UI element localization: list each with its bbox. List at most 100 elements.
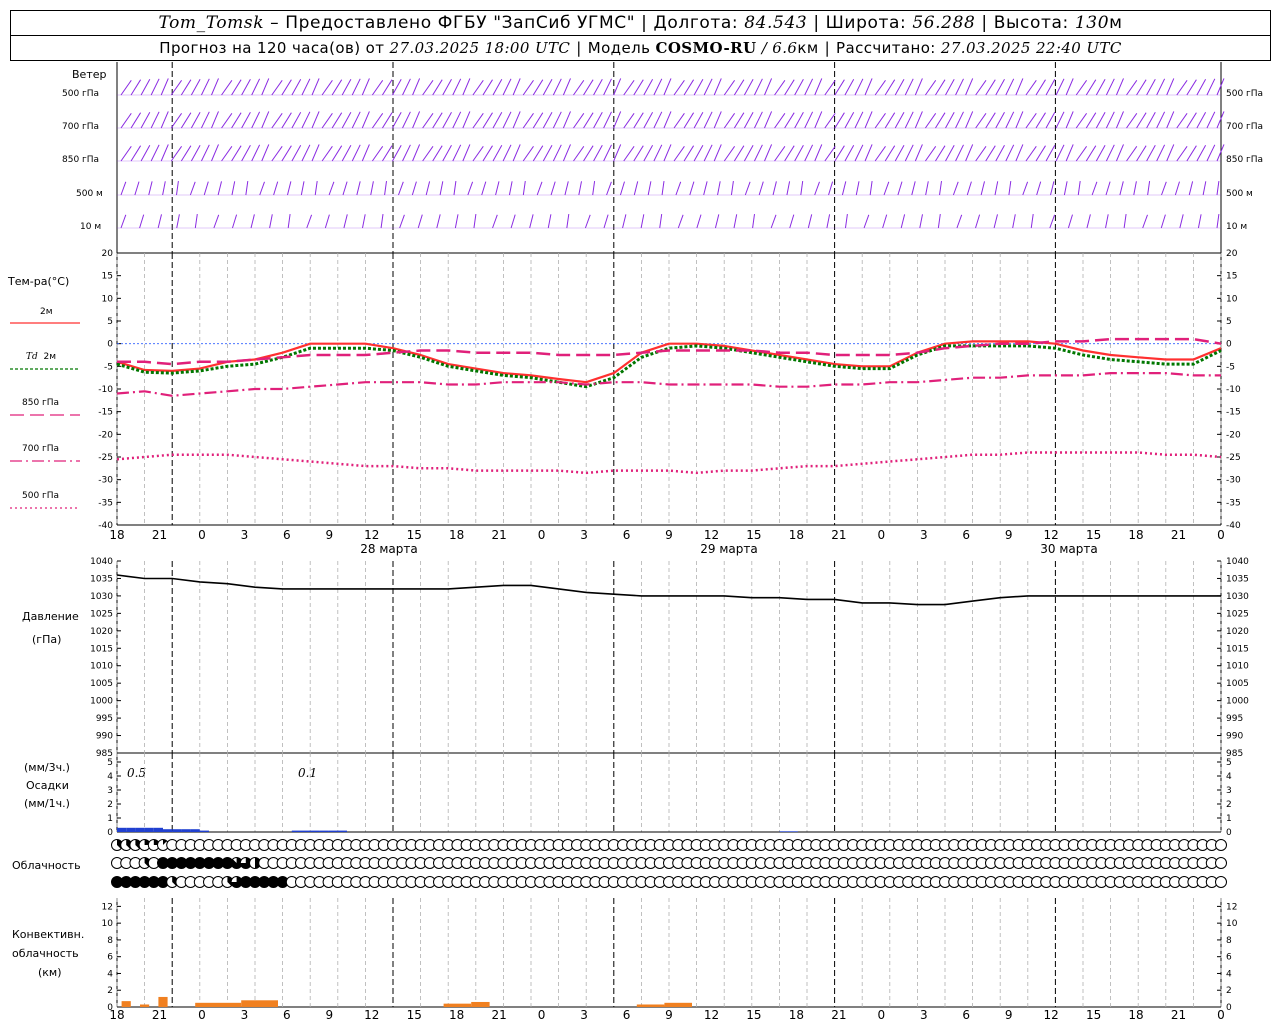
wind-barb <box>412 144 421 162</box>
wind-barb <box>200 144 210 162</box>
wind-barb <box>1085 145 1097 162</box>
ylabel-pres-left: 995 <box>96 714 113 724</box>
wind-barb <box>673 146 685 162</box>
wind-barb <box>733 145 745 162</box>
wind-barb <box>784 145 795 162</box>
wind-barb <box>804 111 814 129</box>
wind-barb <box>804 78 814 96</box>
wind-barb <box>160 111 169 129</box>
wind-barb <box>321 146 333 162</box>
wind-barb <box>911 181 916 196</box>
wind-barb <box>1119 181 1124 196</box>
wind-barb <box>786 181 791 196</box>
wind-barb <box>251 78 261 96</box>
wind-barb <box>995 112 1005 129</box>
wind-barb <box>945 145 955 162</box>
wind-barb <box>213 214 220 229</box>
wind-barb <box>436 214 441 229</box>
wind-barb <box>1206 144 1216 162</box>
ylabel-pres-right: 990 <box>1226 732 1243 742</box>
wind-barb <box>1086 214 1091 229</box>
conv-bar <box>158 996 168 1007</box>
ylabel-conv-right: 4 <box>1226 969 1232 979</box>
precip-bar <box>301 830 311 832</box>
wind-barb <box>754 78 763 96</box>
ylabel-conv-left: 10 <box>102 919 114 929</box>
wind-barb <box>914 78 923 96</box>
wind-barb <box>661 181 665 196</box>
ylabel-precip-right: 1 <box>1226 814 1232 824</box>
wind-barb <box>874 146 886 162</box>
wind-barb <box>562 78 571 96</box>
wind-barb <box>623 80 635 96</box>
wind-barb <box>1045 112 1056 129</box>
wind-barb <box>130 112 142 129</box>
wind-barb <box>993 214 998 229</box>
wind-barb <box>730 181 734 196</box>
wind-barb <box>1186 79 1197 96</box>
wind-barb <box>432 79 443 96</box>
ylabel-temp-left: -25 <box>98 453 113 463</box>
ylabel-pres-left: 1010 <box>90 662 113 672</box>
wind-barb <box>647 181 652 196</box>
wind-barb <box>774 146 786 162</box>
wind-barb <box>924 146 937 162</box>
x-tick-temp: 3 <box>241 528 249 542</box>
wind-barb <box>454 214 459 229</box>
wind-barb <box>251 111 261 129</box>
wind-barb <box>774 80 786 96</box>
wind-barb <box>1126 113 1138 129</box>
wind-barb <box>894 145 905 162</box>
wind-barb <box>864 78 873 96</box>
wind-barb <box>623 146 635 162</box>
x-tick-conv: 15 <box>1086 1008 1101 1022</box>
wind-barb <box>331 79 343 96</box>
precip-bar <box>126 827 136 832</box>
ylabel-temp-right: -30 <box>1226 476 1241 486</box>
wind-barb <box>1005 78 1015 96</box>
wind-barb <box>985 79 996 96</box>
x-tick-conv: 15 <box>407 1008 422 1022</box>
meteogram-canvas: 1818212100336699121215151818212100336699… <box>10 62 1249 1022</box>
x-tick-conv: 9 <box>325 1008 333 1022</box>
wind-barb <box>844 145 855 162</box>
x-tick-conv: 18 <box>1128 1008 1143 1022</box>
wind-barb <box>1105 214 1109 229</box>
cloud-circle <box>1215 839 1227 851</box>
wind-barb <box>482 112 493 129</box>
wind-barb <box>578 181 582 196</box>
wind-barb <box>613 111 622 129</box>
ylabel-temp-left: -10 <box>98 385 113 395</box>
wind-barb <box>955 144 964 162</box>
wind-barb <box>874 80 886 96</box>
wind-barb <box>281 79 292 96</box>
x-tick-conv: 12 <box>364 1008 379 1022</box>
x-tick-conv: 18 <box>449 1008 464 1022</box>
wind-barb <box>919 214 923 229</box>
x-tick-conv: 6 <box>623 1008 631 1022</box>
wind-barb <box>925 181 929 196</box>
ylabel-pres-right: 1025 <box>1226 609 1249 619</box>
wind-barb <box>432 145 443 162</box>
cloud-cell <box>1215 876 1227 888</box>
wind-barb <box>874 113 886 129</box>
wind-barb <box>619 181 625 196</box>
wind-barb <box>675 181 682 196</box>
wind-barb <box>301 78 311 96</box>
wind-barb <box>269 214 273 229</box>
wind-barb <box>924 113 937 129</box>
wind-barb <box>473 214 477 229</box>
precip-bar <box>117 827 127 832</box>
ylabel-temp-right: 5 <box>1226 317 1232 327</box>
wind-barb <box>341 79 352 96</box>
wind-barb <box>482 79 493 96</box>
ylabel-pres-left: 1035 <box>90 574 113 584</box>
conv-bar <box>471 1001 490 1007</box>
wind-barb <box>331 112 343 129</box>
wind-barb <box>341 145 352 162</box>
x-tick-conv: 0 <box>877 1008 885 1022</box>
wind-barb <box>221 80 233 96</box>
ylabel-pres-right: 1005 <box>1226 679 1249 689</box>
wind-barb <box>287 214 291 229</box>
wind-barb <box>552 111 562 129</box>
